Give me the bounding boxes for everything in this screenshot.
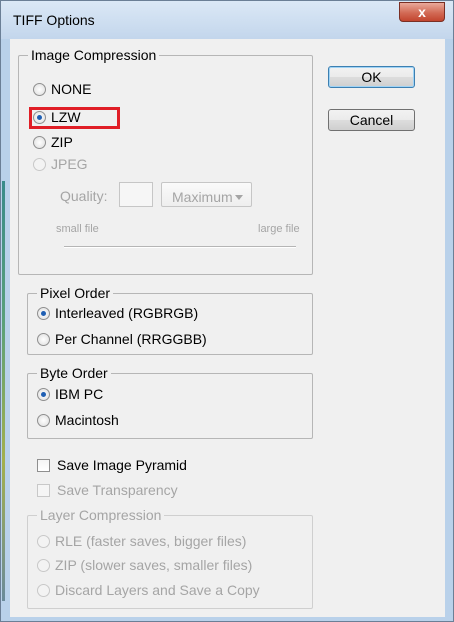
save-image-pyramid-checkbox[interactable]: Save Image Pyramid — [37, 457, 187, 473]
ok-button[interactable]: OK — [328, 66, 415, 88]
interleaved-label: Interleaved (RGBRGB) — [55, 305, 199, 321]
checkbox-disabled-icon — [37, 483, 50, 497]
byte-order-legend: Byte Order — [40, 365, 108, 381]
large-file-label: large file — [258, 223, 300, 235]
compression-zip-label: ZIP — [51, 134, 73, 150]
per-channel-label: Per Channel (RRGGBB) — [55, 331, 207, 347]
radio-disabled-icon — [37, 558, 50, 572]
save-transparency-label: Save Transparency — [57, 482, 178, 498]
highlight-box — [29, 107, 120, 129]
compression-jpeg-radio[interactable]: JPEG — [33, 156, 88, 172]
close-button[interactable]: x — [399, 2, 445, 22]
quality-select-value: Maximum — [172, 189, 233, 205]
save-transparency-checkbox[interactable]: Save Transparency — [37, 482, 178, 498]
layer-compression-legend: Layer Compression — [40, 507, 162, 523]
discard-layers-label: Discard Layers and Save a Copy — [55, 582, 260, 598]
macintosh-radio[interactable]: Macintosh — [37, 412, 119, 428]
close-icon: x — [418, 4, 426, 20]
checkbox-icon — [37, 458, 50, 472]
tiff-options-dialog: TIFF Options x Image Compression NONE LZ… — [0, 0, 454, 622]
interleaved-radio[interactable]: Interleaved (RGBRGB) — [37, 305, 198, 321]
radio-disabled-icon — [37, 534, 50, 548]
chevron-down-icon — [235, 195, 243, 200]
background-strip — [2, 181, 5, 601]
title-bar[interactable]: TIFF Options x — [1, 1, 453, 39]
layer-rle-radio[interactable]: RLE (faster saves, bigger files) — [37, 533, 246, 549]
pixel-order-legend: Pixel Order — [40, 285, 111, 301]
per-channel-radio[interactable]: Per Channel (RRGGBB) — [37, 331, 207, 347]
small-file-label: small file — [56, 223, 99, 235]
discard-layers-radio[interactable]: Discard Layers and Save a Copy — [37, 582, 260, 598]
radio-selected-icon — [37, 387, 50, 401]
quality-label: Quality: — [60, 188, 108, 204]
radio-icon — [33, 135, 46, 149]
quality-slider[interactable] — [64, 246, 296, 248]
ibm-pc-label: IBM PC — [55, 386, 104, 402]
save-image-pyramid-label: Save Image Pyramid — [57, 457, 187, 473]
radio-selected-icon — [37, 306, 50, 320]
radio-disabled-icon — [33, 157, 46, 171]
quality-input[interactable] — [119, 182, 153, 207]
compression-none-label: NONE — [51, 81, 92, 97]
image-compression-legend: Image Compression — [31, 47, 157, 63]
compression-none-radio[interactable]: NONE — [33, 81, 91, 97]
ibm-pc-radio[interactable]: IBM PC — [37, 386, 103, 402]
radio-icon — [33, 82, 46, 96]
compression-jpeg-label: JPEG — [51, 156, 88, 172]
compression-zip-radio[interactable]: ZIP — [33, 134, 73, 150]
radio-icon — [37, 332, 50, 346]
quality-select[interactable]: Maximum — [161, 182, 252, 207]
radio-disabled-icon — [37, 583, 50, 597]
radio-icon — [37, 413, 50, 427]
layer-rle-label: RLE (faster saves, bigger files) — [55, 533, 247, 549]
dialog-body: Image Compression NONE LZW ZIP JPEG Qual… — [10, 39, 445, 617]
macintosh-label: Macintosh — [55, 412, 119, 428]
layer-zip-label: ZIP (slower saves, smaller files) — [55, 557, 253, 573]
cancel-button[interactable]: Cancel — [328, 109, 415, 131]
layer-zip-radio[interactable]: ZIP (slower saves, smaller files) — [37, 557, 252, 573]
window-title: TIFF Options — [13, 12, 95, 28]
